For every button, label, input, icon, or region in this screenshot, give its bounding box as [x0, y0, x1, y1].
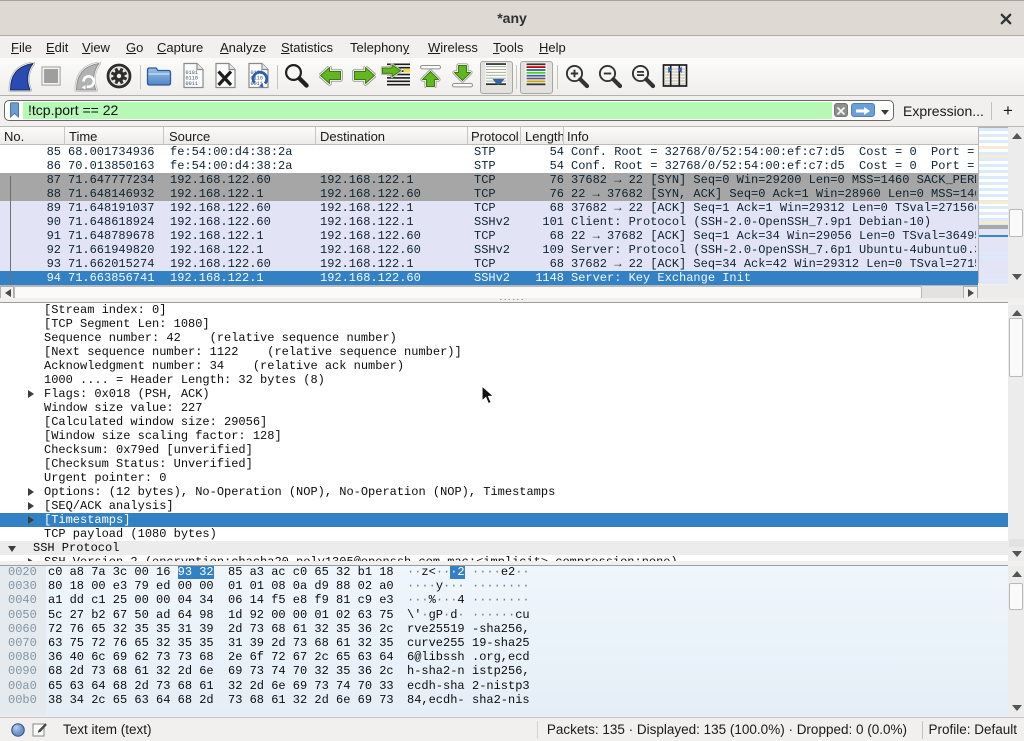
svg-text:0011: 0011: [186, 81, 198, 87]
